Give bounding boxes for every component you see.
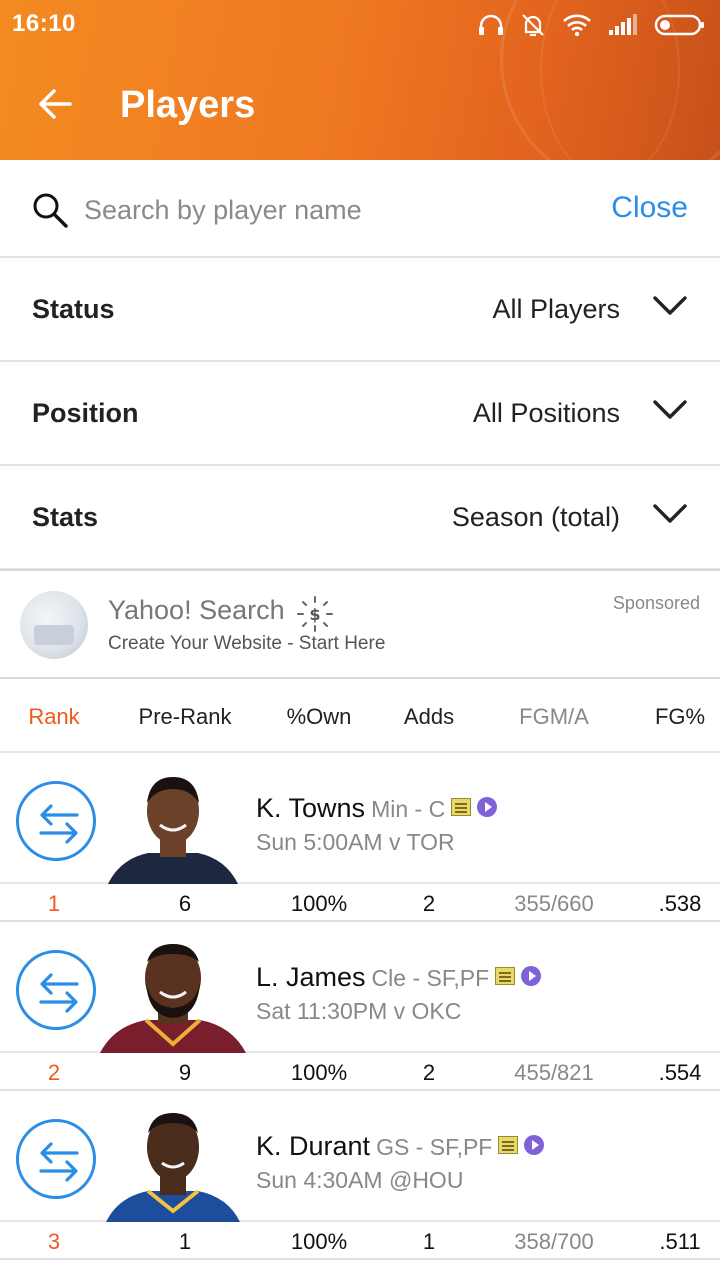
filter-label: Stats: [32, 502, 99, 532]
player-team-position: Cle - SF,PF: [371, 965, 490, 991]
status-icons: [478, 10, 706, 40]
stat-adds: 2: [422, 891, 436, 916]
swap-arrows-icon: [39, 804, 79, 844]
stat-own: 100%: [290, 891, 348, 916]
player-name[interactable]: L. James: [256, 962, 366, 992]
player-row[interactable]: K. Towns Min - C Sun 5:00AM v TOR 1 6 100…: [0, 753, 720, 922]
vibrate-off-icon: [522, 14, 544, 37]
player-name[interactable]: K. Durant: [256, 1131, 370, 1161]
note-icon[interactable]: [451, 798, 472, 816]
column-rank[interactable]: Rank: [0, 704, 108, 730]
player-headshot: [106, 1113, 240, 1222]
chevron-down-icon: [653, 296, 687, 315]
player-name-line[interactable]: L. James Cle - SF,PF: [256, 962, 542, 993]
back-button[interactable]: [34, 82, 78, 126]
search-icon: [33, 193, 68, 228]
play-video-icon[interactable]: [521, 966, 542, 986]
close-button[interactable]: Close: [611, 191, 688, 225]
column-fgma[interactable]: FGM/A: [488, 704, 620, 730]
stat-rank: 2: [47, 1060, 61, 1085]
play-video-icon[interactable]: [524, 1135, 545, 1155]
ad-subtitle: Create Your Website - Start Here: [108, 633, 386, 654]
add-drop-button[interactable]: [16, 1119, 96, 1199]
chevron-down-icon: [653, 504, 687, 523]
player-game-info: Sun 5:00AM v TOR: [256, 829, 455, 855]
note-icon[interactable]: [495, 967, 516, 985]
swap-arrows-icon: [39, 973, 79, 1013]
swap-arrows-icon: [39, 1142, 79, 1182]
battery-icon: [654, 14, 704, 36]
stat-adds: 1: [422, 1229, 436, 1254]
status-bar: 16:10: [0, 0, 720, 50]
play-video-icon[interactable]: [477, 797, 498, 817]
stat-fg-pct: .511: [659, 1229, 701, 1254]
column-own[interactable]: %Own: [264, 704, 374, 730]
column-adds[interactable]: Adds: [374, 704, 484, 730]
player-stats-row: 2 9 100% 2 455/821 .554: [0, 1053, 720, 1091]
filter-label: Status: [32, 294, 115, 324]
sponsored-ad[interactable]: Yahoo! Search $ Create Your Website - St…: [0, 569, 720, 679]
filter-value: Season (total): [451, 502, 620, 532]
stat-fgma: 358/700: [514, 1229, 594, 1254]
player-name-line[interactable]: K. Towns Min - C: [256, 793, 498, 824]
stat-pre-rank: 9: [178, 1060, 192, 1085]
player-name-line[interactable]: K. Durant GS - SF,PF: [256, 1131, 545, 1162]
player-info[interactable]: K. Durant GS - SF,PF Sun 4:30AM @HOU: [0, 1091, 720, 1222]
player-info[interactable]: K. Towns Min - C Sun 5:00AM v TOR: [0, 753, 720, 884]
headphones-icon: [479, 14, 503, 35]
add-drop-button[interactable]: [16, 781, 96, 861]
arrow-left-icon: [39, 89, 72, 119]
stat-fgma: 455/821: [514, 1060, 594, 1085]
filter-label: Position: [32, 398, 139, 428]
filter-value: All Positions: [472, 398, 620, 428]
filter-value: All Players: [492, 294, 620, 324]
chevron-down-icon: [653, 400, 687, 419]
stat-pre-rank: 1: [178, 1229, 192, 1254]
filter-stats[interactable]: Stats Season (total): [0, 466, 720, 570]
filter-position[interactable]: Position All Positions: [0, 362, 720, 466]
svg-text:$: $: [309, 605, 320, 624]
ad-image: [20, 591, 88, 659]
player-game-info: Sun 4:30AM @HOU: [256, 1167, 464, 1193]
stats-column-header: Rank Pre-Rank %Own Adds FGM/A FG%: [0, 680, 720, 753]
player-headshot: [100, 944, 246, 1053]
player-team-position: Min - C: [371, 796, 446, 822]
player-row[interactable]: L. James Cle - SF,PF Sat 11:30PM v OKC 2 …: [0, 922, 720, 1091]
player-headshot: [108, 777, 238, 884]
page-title: Players: [120, 84, 256, 126]
player-name[interactable]: K. Towns: [256, 793, 365, 823]
column-fg-pct[interactable]: FG%: [640, 704, 720, 730]
search-input[interactable]: [84, 188, 564, 232]
ad-title: Yahoo! Search: [108, 595, 285, 625]
stat-own: 100%: [290, 1060, 348, 1085]
stat-pre-rank: 6: [178, 891, 192, 916]
app-header: 16:10 Players: [0, 0, 720, 160]
stat-fgma: 355/660: [514, 891, 594, 916]
sponsored-label: Sponsored: [612, 593, 700, 613]
stat-rank: 3: [47, 1229, 61, 1254]
status-time: 16:10: [12, 10, 76, 37]
player-info[interactable]: L. James Cle - SF,PF Sat 11:30PM v OKC: [0, 922, 720, 1053]
player-row[interactable]: K. Durant GS - SF,PF Sun 4:30AM @HOU 3 1 …: [0, 1091, 720, 1260]
stat-own: 100%: [290, 1229, 348, 1254]
stat-adds: 2: [422, 1060, 436, 1085]
note-icon[interactable]: [498, 1136, 519, 1154]
stat-fg-pct: .554: [658, 1060, 702, 1085]
filter-status[interactable]: Status All Players: [0, 258, 720, 362]
player-team-position: GS - SF,PF: [376, 1134, 493, 1160]
stat-rank: 1: [47, 891, 61, 916]
search-bar: Close: [0, 160, 720, 258]
dollar-sun-icon: $: [297, 596, 333, 632]
add-drop-button[interactable]: [16, 950, 96, 1030]
signal-icon: [609, 14, 637, 35]
wifi-icon: [563, 14, 591, 37]
column-pre-rank[interactable]: Pre-Rank: [130, 704, 240, 730]
stat-fg-pct: .538: [658, 891, 702, 916]
player-stats-row: 3 1 100% 1 358/700 .511: [0, 1222, 720, 1260]
player-game-info: Sat 11:30PM v OKC: [256, 998, 462, 1024]
player-stats-row: 1 6 100% 2 355/660 .538: [0, 884, 720, 922]
